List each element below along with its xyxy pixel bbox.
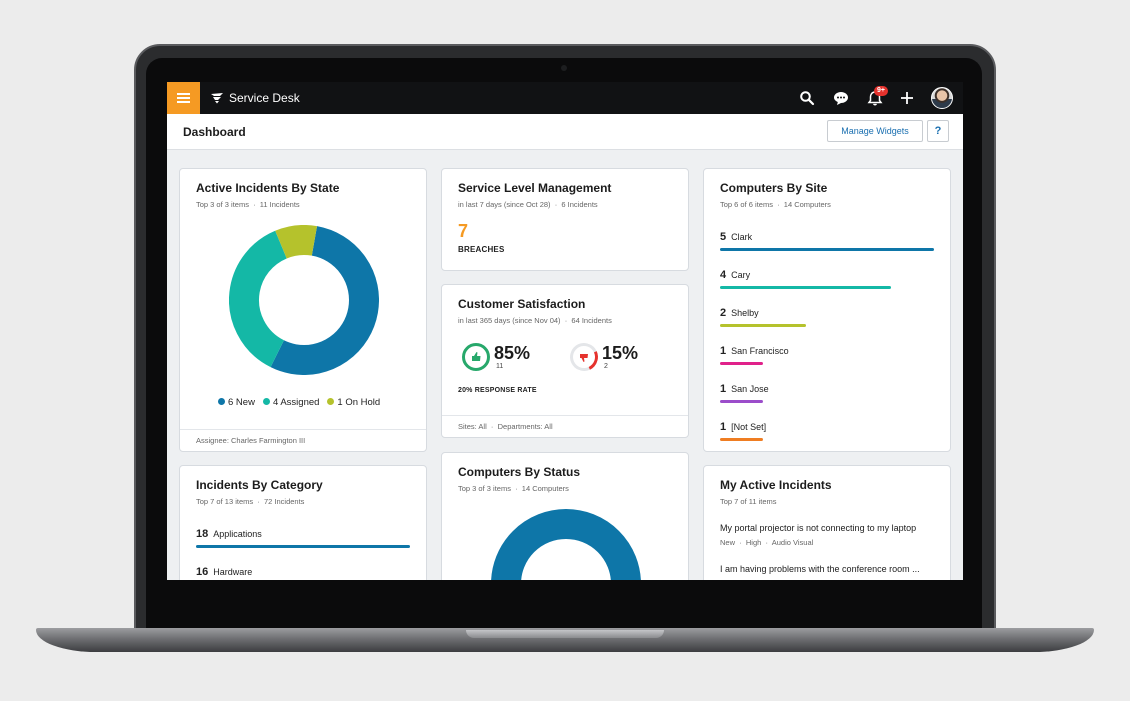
brand-logo-icon [211,93,223,104]
notification-badge: 9+ [874,86,888,96]
brand: Service Desk [211,91,300,105]
card-title: Incidents By Category [196,478,323,492]
response-rate: 20% RESPONSE RATE [458,387,537,394]
top-bar: Service Desk 9+ [167,82,963,114]
add-icon[interactable] [899,90,915,106]
site-row-san-jose[interactable]: 1 San Jose [720,383,936,403]
card-title: Service Level Management [458,181,612,195]
card-title: My Active Incidents [720,478,832,492]
site-row-san-francisco[interactable]: 1 San Francisco [720,345,936,365]
card-footer: Sites: All · Departments: All [442,415,688,437]
card-title: Active Incidents By State [196,181,340,195]
breaches-label: BREACHES [458,245,505,254]
card-title: Computers By Site [720,181,828,195]
card-meta: in last 365 days (since Nov 04) · 64 Inc… [458,316,612,325]
search-icon[interactable] [799,90,815,106]
incident-title-link[interactable]: I am having problems with the conference… [720,564,920,574]
help-button[interactable]: ? [927,120,949,142]
legend-item-on-hold: 1 On Hold [327,397,380,408]
incidents-by-category-card[interactable]: Incidents By Category Top 7 of 13 items … [179,465,427,580]
negative-rating: 15% 2 [566,339,639,375]
breaches-value: 7 [458,221,469,241]
incidents-state-donut-chart [229,225,379,375]
incident-title-link[interactable]: My portal projector is not connecting to… [720,523,916,533]
page-title: Dashboard [183,125,246,139]
positive-count: 11 [496,363,504,370]
card-meta: Top 3 of 3 items · 14 Computers [458,484,569,493]
legend-item-new: 6 New [218,397,255,408]
site-bar [720,362,763,365]
site-row-cary[interactable]: 4 Cary [720,269,936,289]
computers-status-donut-chart [491,509,641,580]
screen: Service Desk 9+ Dashboard Manage Widgets… [167,82,963,580]
manage-widgets-button[interactable]: Manage Widgets [827,120,923,142]
category-bar [196,545,410,548]
brand-name: Service Desk [229,91,300,105]
thumbs-down-icon [566,339,602,375]
legend-item-assigned: 4 Assigned [262,397,319,408]
computers-by-status-card[interactable]: Computers By Status Top 3 of 3 items · 1… [441,452,689,580]
my-active-incidents-card[interactable]: My Active Incidents Top 7 of 11 items My… [703,465,951,580]
page-header: Dashboard Manage Widgets ? [167,114,963,150]
avatar[interactable] [931,87,953,109]
laptop-chin [146,580,982,606]
computers-by-site-card[interactable]: Computers By Site Top 6 of 6 items · 14 … [703,168,951,452]
positive-rating: 85% 11 [462,343,530,371]
laptop-notch [466,630,664,638]
thumbs-up-icon [462,343,490,371]
negative-count: 2 [604,363,608,370]
chat-icon[interactable] [833,90,849,106]
incident-meta: New · High · Audio Visual [720,538,814,547]
chart-legend: 6 New 4 Assigned 1 On Hold [218,397,380,408]
site-bar [720,400,763,403]
negative-percent: 15% [602,343,639,363]
card-meta: Top 3 of 3 items · 11 Incidents [196,200,300,209]
customer-satisfaction-card[interactable]: Customer Satisfaction in last 365 days (… [441,284,689,438]
site-row-clark[interactable]: 5 Clark [720,231,936,251]
site-bar [720,248,934,251]
site-row-not-set[interactable]: 1 [Not Set] [720,421,936,441]
site-bar [720,438,763,441]
card-meta: Top 7 of 11 items [720,497,777,506]
camera [561,65,567,71]
service-level-card[interactable]: Service Level Management in last 7 days … [441,168,689,271]
category-row-applications[interactable]: 18 Applications [196,528,412,548]
site-bar [720,324,806,327]
card-title: Computers By Status [458,465,581,479]
card-footer: Assignee: Charles Farmington III [180,429,426,451]
category-row-hardware[interactable]: 16 Hardware [196,566,412,580]
menu-icon[interactable] [167,82,200,114]
card-meta: Top 6 of 6 items · 14 Computers [720,200,831,209]
card-title: Customer Satisfaction [458,297,586,311]
card-meta: in last 7 days (since Oct 28) · 6 Incide… [458,200,598,209]
positive-percent: 85% [494,343,531,363]
active-incidents-by-state-card[interactable]: Active Incidents By State Top 3 of 3 ite… [179,168,427,452]
card-meta: Top 7 of 13 items · 72 Incidents [196,497,305,506]
site-row-shelby[interactable]: 2 Shelby [720,307,936,327]
site-bar [720,286,891,289]
